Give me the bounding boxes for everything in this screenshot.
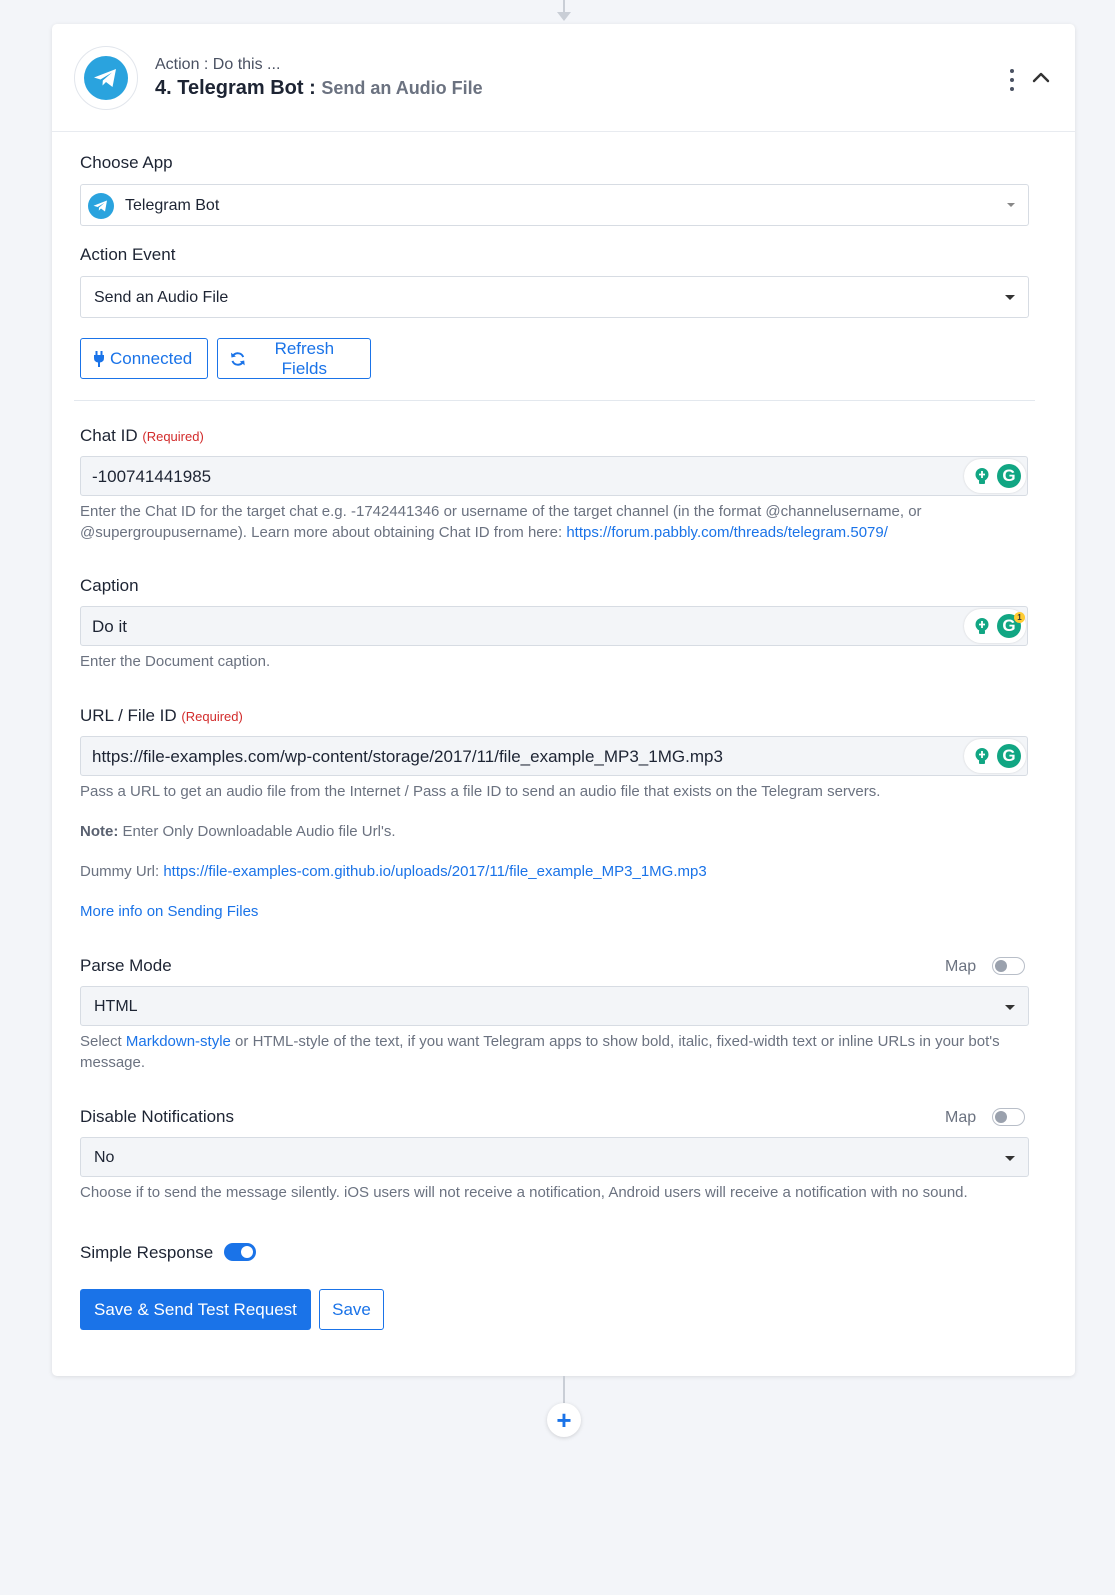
header-app-name: 4. Telegram Bot : bbox=[155, 77, 316, 99]
dummy-url-link[interactable]: https://file-examples-com.github.io/uplo… bbox=[163, 863, 706, 880]
dummy-url: Dummy Url: https://file-examples-com.git… bbox=[80, 861, 1035, 882]
caption-label: Caption bbox=[80, 576, 139, 595]
required-indicator: (Required) bbox=[181, 709, 243, 724]
grammarly-icon: G bbox=[997, 744, 1021, 768]
choose-app-label: Choose App bbox=[80, 153, 173, 172]
disable-notifications-value: No bbox=[94, 1149, 115, 1166]
caret-down-icon bbox=[1005, 1005, 1015, 1010]
more-info-link[interactable]: More info on Sending Files bbox=[80, 903, 258, 920]
note-text: Enter Only Downloadable Audio file Url's… bbox=[118, 823, 396, 840]
url-file-label: URL / File ID (Required) bbox=[80, 706, 243, 726]
grammarly-widget[interactable]: G bbox=[964, 459, 1026, 493]
action-event-value: Send an Audio File bbox=[94, 289, 229, 306]
refresh-icon bbox=[230, 351, 245, 366]
parse-mode-map-label: Map bbox=[945, 958, 977, 975]
action-step-card: Action : Do this ... 4. Telegram Bot : S… bbox=[52, 24, 1075, 1376]
lightbulb-icon bbox=[975, 618, 989, 634]
disable-notifications-label: Disable Notifications bbox=[80, 1107, 235, 1126]
url-file-label-text: URL / File ID bbox=[80, 706, 177, 725]
simple-response-toggle[interactable] bbox=[224, 1243, 256, 1261]
chat-id-label: Chat ID (Required) bbox=[80, 426, 204, 446]
required-indicator: (Required) bbox=[142, 429, 204, 444]
grammarly-widget[interactable]: G 1 bbox=[964, 609, 1026, 643]
header-title: 4. Telegram Bot : Send an Audio File bbox=[155, 77, 483, 100]
connector-line-bottom bbox=[563, 1376, 565, 1404]
refresh-fields-label: Refresh Fields bbox=[274, 338, 335, 378]
choose-app-value: Telegram Bot bbox=[125, 197, 220, 214]
chat-id-input[interactable]: -100741441985 G bbox=[80, 456, 1028, 496]
telegram-logo bbox=[74, 46, 138, 110]
disable-notifications-map-toggle[interactable] bbox=[992, 1108, 1025, 1126]
action-event-select[interactable]: Send an Audio File bbox=[80, 276, 1029, 318]
header-event-name: Send an Audio File bbox=[321, 78, 483, 98]
chat-id-help: Enter the Chat ID for the target chat e.… bbox=[80, 501, 1035, 543]
caption-value: Do it bbox=[92, 617, 127, 636]
parse-mode-value: HTML bbox=[94, 998, 138, 1015]
parse-mode-help: Select Markdown-style or HTML-style of t… bbox=[80, 1031, 1035, 1073]
simple-response-label: Simple Response bbox=[80, 1243, 214, 1262]
parse-mode-map-toggle[interactable] bbox=[992, 957, 1025, 975]
caret-down-icon bbox=[1005, 1156, 1015, 1161]
chat-id-label-text: Chat ID bbox=[80, 426, 138, 445]
connected-button[interactable]: Connected bbox=[80, 338, 208, 379]
action-event-label: Action Event bbox=[80, 245, 176, 264]
url-file-value: https://file-examples.com/wp-content/sto… bbox=[92, 747, 723, 766]
telegram-icon bbox=[88, 193, 114, 219]
markdown-style-link[interactable]: Markdown-style bbox=[126, 1033, 231, 1050]
disable-notifications-help: Choose if to send the message silently. … bbox=[80, 1184, 968, 1201]
more-options-icon[interactable] bbox=[1005, 69, 1019, 91]
parse-mode-label: Parse Mode bbox=[80, 956, 172, 975]
lightbulb-icon bbox=[975, 748, 989, 764]
header-subtitle: Action : Do this ... bbox=[155, 56, 281, 73]
lightbulb-icon bbox=[975, 468, 989, 484]
chat-id-value: -100741441985 bbox=[92, 467, 212, 486]
choose-app-select[interactable]: Telegram Bot bbox=[80, 184, 1029, 226]
card-header[interactable]: Action : Do this ... 4. Telegram Bot : S… bbox=[52, 24, 1075, 132]
chevron-up-icon[interactable] bbox=[1031, 68, 1051, 88]
refresh-fields-button[interactable]: Refresh Fields bbox=[217, 338, 371, 379]
disable-notifications-map-label: Map bbox=[945, 1109, 977, 1126]
save-send-test-button[interactable]: Save & Send Test Request bbox=[80, 1289, 311, 1330]
caption-help: Enter the Document caption. bbox=[80, 653, 271, 670]
dummy-url-label: Dummy Url: bbox=[80, 863, 164, 880]
parse-mode-help-pre: Select bbox=[80, 1033, 126, 1050]
connected-label: Connected bbox=[110, 348, 193, 368]
telegram-icon bbox=[84, 56, 128, 100]
url-file-help: Pass a URL to get an audio file from the… bbox=[80, 783, 881, 800]
grammarly-widget[interactable]: G bbox=[964, 739, 1026, 773]
grammarly-icon: G bbox=[997, 464, 1021, 488]
parse-mode-select[interactable]: HTML bbox=[80, 986, 1029, 1026]
caret-down-icon bbox=[1007, 203, 1015, 207]
save-button[interactable]: Save bbox=[319, 1289, 384, 1330]
note-label: Note: bbox=[80, 823, 119, 840]
disable-notifications-select[interactable]: No bbox=[80, 1137, 1029, 1177]
grammarly-badge: 1 bbox=[1014, 612, 1025, 623]
caption-input[interactable]: Do it G 1 bbox=[80, 606, 1028, 646]
connector-arrow-icon bbox=[557, 12, 571, 21]
add-step-button[interactable]: + bbox=[547, 1403, 581, 1437]
chat-id-help-link[interactable]: https://forum.pabbly.com/threads/telegra… bbox=[566, 524, 888, 541]
caret-down-icon bbox=[1005, 295, 1015, 300]
url-file-input[interactable]: https://file-examples.com/wp-content/sto… bbox=[80, 736, 1028, 776]
url-file-note: Note: Enter Only Downloadable Audio file… bbox=[80, 821, 1035, 842]
section-divider bbox=[74, 400, 1035, 401]
more-info-row: More info on Sending Files bbox=[80, 901, 1035, 922]
plug-icon bbox=[94, 350, 104, 367]
